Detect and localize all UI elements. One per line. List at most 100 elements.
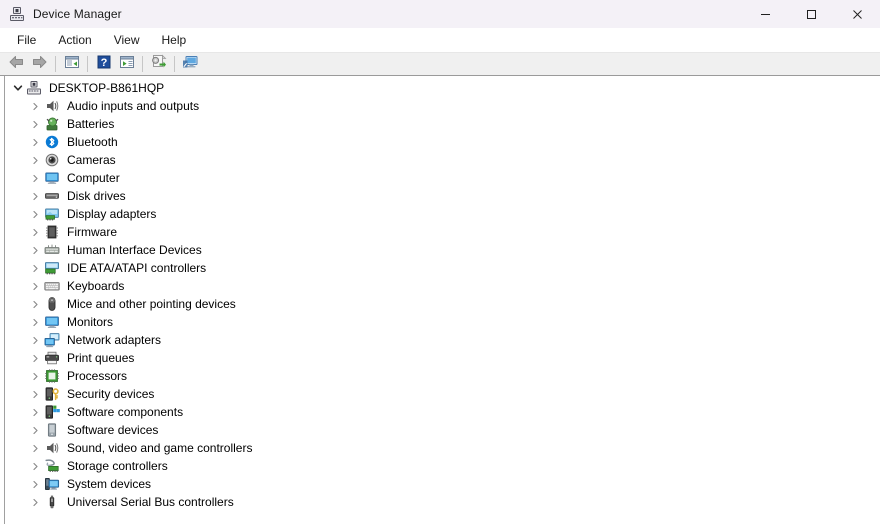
device-tree-panel[interactable]: DESKTOP-B861HQP Audio inputs and outputs bbox=[0, 76, 880, 524]
software-component-icon bbox=[44, 404, 60, 420]
chevron-right-icon[interactable] bbox=[27, 444, 44, 453]
menu-action[interactable]: Action bbox=[47, 29, 102, 51]
tree-row-software-devices[interactable]: Software devices bbox=[5, 421, 880, 439]
tree-row-display-adapters[interactable]: Display adapters bbox=[5, 205, 880, 223]
tree-item-label: Storage controllers bbox=[67, 459, 168, 473]
tree-row-disk-drives[interactable]: Disk drives bbox=[5, 187, 880, 205]
chevron-right-icon[interactable] bbox=[27, 192, 44, 201]
tree-row-ide-ata-atapi-controllers[interactable]: IDE ATA/ATAPI controllers bbox=[5, 259, 880, 277]
monitor-icon bbox=[44, 314, 60, 330]
chevron-right-icon[interactable] bbox=[27, 300, 44, 309]
tree-row-network-adapters[interactable]: Network adapters bbox=[5, 331, 880, 349]
network-adapter-icon bbox=[44, 332, 60, 348]
menu-file[interactable]: File bbox=[6, 29, 47, 51]
chevron-right-icon[interactable] bbox=[27, 336, 44, 345]
tree-item-label: Firmware bbox=[67, 225, 117, 239]
tree-item-label: Processors bbox=[67, 369, 128, 383]
tree-row-security-devices[interactable]: Security devices bbox=[5, 385, 880, 403]
tree-row-storage-controllers[interactable]: Storage controllers bbox=[5, 457, 880, 475]
tree-item-label: Batteries bbox=[67, 117, 115, 131]
camera-icon bbox=[44, 152, 60, 168]
window-title: Device Manager bbox=[33, 7, 122, 21]
close-button[interactable] bbox=[834, 0, 880, 28]
tree-row-monitors[interactable]: Monitors bbox=[5, 313, 880, 331]
tree-row-keyboards[interactable]: Keyboards bbox=[5, 277, 880, 295]
chevron-right-icon[interactable] bbox=[27, 156, 44, 165]
chevron-right-icon[interactable] bbox=[27, 228, 44, 237]
menu-view[interactable]: View bbox=[103, 29, 151, 51]
help-button[interactable]: ? bbox=[92, 53, 115, 75]
forward-button[interactable] bbox=[28, 53, 51, 75]
tree-row-system-devices[interactable]: System devices bbox=[5, 475, 880, 493]
device-tree: DESKTOP-B861HQP Audio inputs and outputs bbox=[5, 76, 880, 511]
tree-row-software-components[interactable]: Software components bbox=[5, 403, 880, 421]
tree-item-label: Mice and other pointing devices bbox=[67, 297, 236, 311]
tree-item-label: Disk drives bbox=[67, 189, 126, 203]
tree-row-mice-and-other-pointing-devices[interactable]: Mice and other pointing devices bbox=[5, 295, 880, 313]
back-button[interactable] bbox=[5, 53, 28, 75]
computer-icon bbox=[44, 170, 60, 186]
tree-root-label: DESKTOP-B861HQP bbox=[49, 81, 165, 95]
tree-item-label: Monitors bbox=[67, 315, 114, 329]
chevron-down-icon[interactable] bbox=[9, 83, 26, 93]
hid-icon bbox=[44, 242, 60, 258]
tree-row-audio-inputs-and-outputs[interactable]: Audio inputs and outputs bbox=[5, 97, 880, 115]
tree-row-root[interactable]: DESKTOP-B861HQP bbox=[5, 79, 880, 97]
tree-row-bluetooth[interactable]: Bluetooth bbox=[5, 133, 880, 151]
tree-item-label: Audio inputs and outputs bbox=[67, 99, 200, 113]
chevron-right-icon[interactable] bbox=[27, 498, 44, 507]
chevron-right-icon[interactable] bbox=[27, 408, 44, 417]
keyboard-icon bbox=[44, 278, 60, 294]
chevron-right-icon[interactable] bbox=[27, 102, 44, 111]
device-manager-window: Device Manager File Action View Help ? D… bbox=[0, 0, 880, 524]
tree-row-universal-serial-bus-controllers[interactable]: Universal Serial Bus controllers bbox=[5, 493, 880, 511]
chevron-right-icon[interactable] bbox=[27, 138, 44, 147]
maximize-button[interactable] bbox=[788, 0, 834, 28]
computer-root-icon bbox=[26, 80, 42, 96]
chevron-right-icon[interactable] bbox=[27, 390, 44, 399]
chevron-right-icon[interactable] bbox=[27, 318, 44, 327]
tree-row-computer[interactable]: Computer bbox=[5, 169, 880, 187]
tree-row-cameras[interactable]: Cameras bbox=[5, 151, 880, 169]
tree-item-label: Software devices bbox=[67, 423, 159, 437]
tree-row-sound-video-and-game-controllers[interactable]: Sound, video and game controllers bbox=[5, 439, 880, 457]
security-key-icon bbox=[44, 386, 60, 402]
properties-icon bbox=[64, 54, 80, 75]
minimize-button[interactable] bbox=[742, 0, 788, 28]
tree-item-label: Keyboards bbox=[67, 279, 125, 293]
tree-item-label: Computer bbox=[67, 171, 120, 185]
printer-icon bbox=[44, 350, 60, 366]
title-bar: Device Manager bbox=[0, 0, 880, 28]
chevron-right-icon[interactable] bbox=[27, 372, 44, 381]
scan-hardware-changes-button[interactable] bbox=[147, 53, 170, 75]
tree-row-batteries[interactable]: Batteries bbox=[5, 115, 880, 133]
forward-arrow-icon bbox=[31, 54, 48, 75]
show-hidden-devices-button[interactable] bbox=[179, 53, 202, 75]
chevron-right-icon[interactable] bbox=[27, 120, 44, 129]
bluetooth-icon bbox=[44, 134, 60, 150]
chevron-right-icon[interactable] bbox=[27, 426, 44, 435]
tree-row-firmware[interactable]: Firmware bbox=[5, 223, 880, 241]
chevron-right-icon[interactable] bbox=[27, 210, 44, 219]
chevron-right-icon[interactable] bbox=[27, 354, 44, 363]
tree-item-label: Sound, video and game controllers bbox=[67, 441, 253, 455]
chevron-right-icon[interactable] bbox=[27, 282, 44, 291]
tree-row-print-queues[interactable]: Print queues bbox=[5, 349, 880, 367]
chevron-right-icon[interactable] bbox=[27, 264, 44, 273]
chevron-right-icon[interactable] bbox=[27, 174, 44, 183]
properties-button[interactable] bbox=[60, 53, 83, 75]
tree-item-label: Software components bbox=[67, 405, 184, 419]
scan-hardware-icon bbox=[150, 54, 167, 75]
chevron-right-icon[interactable] bbox=[27, 480, 44, 489]
chevron-right-icon[interactable] bbox=[27, 246, 44, 255]
ide-controller-icon bbox=[44, 260, 60, 276]
toolbar-separator-4 bbox=[174, 56, 175, 72]
tree-row-processors[interactable]: Processors bbox=[5, 367, 880, 385]
chevron-right-icon[interactable] bbox=[27, 462, 44, 471]
usb-icon bbox=[44, 494, 60, 510]
battery-icon bbox=[44, 116, 60, 132]
tree-row-human-interface-devices[interactable]: Human Interface Devices bbox=[5, 241, 880, 259]
update-driver-button[interactable] bbox=[115, 53, 138, 75]
tree-item-label: System devices bbox=[67, 477, 152, 491]
menu-help[interactable]: Help bbox=[151, 29, 198, 51]
